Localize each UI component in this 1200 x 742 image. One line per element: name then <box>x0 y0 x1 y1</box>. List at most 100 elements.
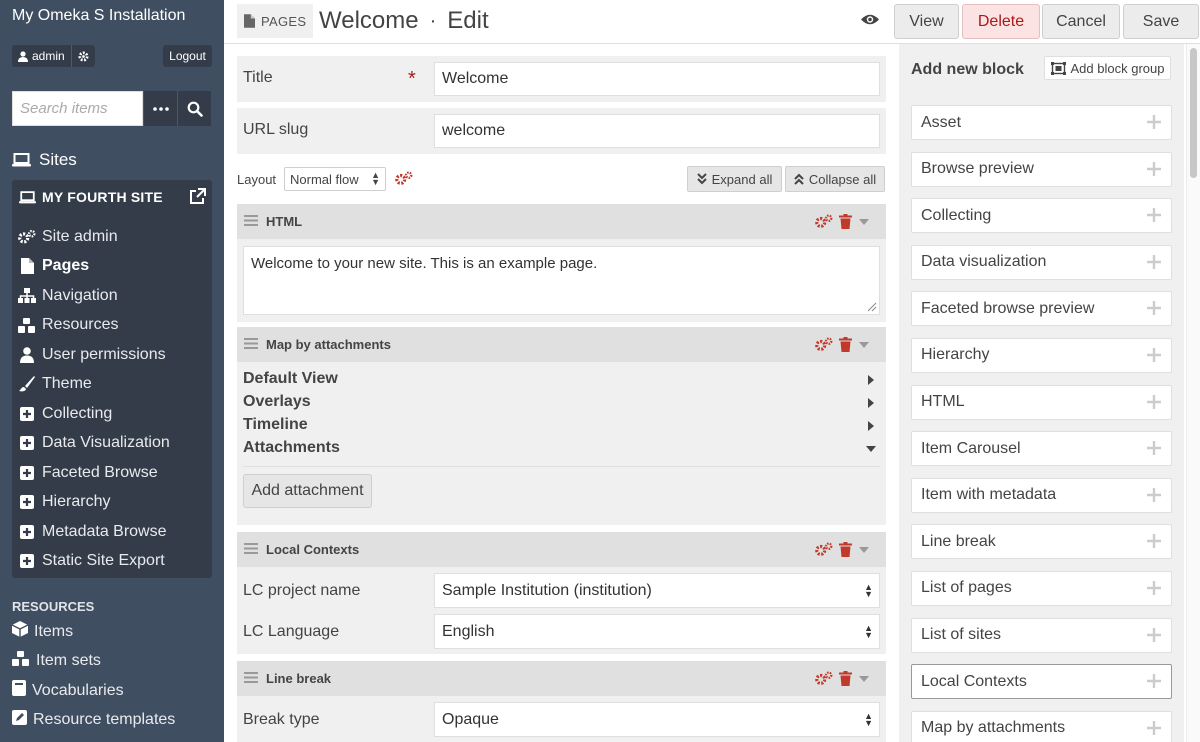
add-attachment-button[interactable]: Add attachment <box>243 474 372 508</box>
advanced-search-button[interactable] <box>143 91 177 126</box>
block-type-collecting[interactable]: Collecting <box>911 198 1172 234</box>
current-site-link[interactable]: MY FOURTH SITE <box>19 189 163 205</box>
site-nav-metadata-browse[interactable]: Metadata Browse <box>18 517 170 547</box>
slug-label: URL slug <box>243 121 309 138</box>
caret-down-icon[interactable] <box>858 218 870 226</box>
site-nav-site-admin[interactable]: Site admin <box>18 222 170 252</box>
block-type-line-break[interactable]: Line break <box>911 524 1172 560</box>
view-button[interactable]: View <box>894 4 959 39</box>
block-header: Local Contexts <box>237 532 886 567</box>
caret-down-icon[interactable] <box>858 546 870 554</box>
block-type-asset[interactable]: Asset <box>911 105 1172 140</box>
site-nav-data-visualization[interactable]: Data Visualization <box>18 429 170 459</box>
block-config-gears-icon[interactable] <box>815 214 833 229</box>
line-break-block: Line break Break type Opaque ▲ ▼ <box>237 661 886 742</box>
current-site-name: MY FOURTH SITE <box>42 189 163 205</box>
block-type-label: List of sites <box>921 626 1002 644</box>
sites-link[interactable]: Sites <box>12 150 77 170</box>
drag-handle-icon[interactable] <box>244 338 258 349</box>
block-config-gears-icon[interactable] <box>815 337 833 352</box>
block-config-gears-icon[interactable] <box>815 671 833 686</box>
external-link-icon[interactable] <box>189 188 206 209</box>
block-title: Map by attachments <box>266 337 391 352</box>
accordion-timeline[interactable]: Timeline <box>243 416 880 439</box>
add-block-group-button[interactable]: Add block group <box>1044 56 1171 80</box>
resize-grip-icon[interactable] <box>867 302 877 312</box>
drag-handle-icon[interactable] <box>244 215 258 226</box>
divider <box>243 466 880 467</box>
site-nav-collecting[interactable]: Collecting <box>18 399 170 429</box>
resources-nav-item-sets[interactable]: Item sets <box>12 647 175 677</box>
site-nav-pages[interactable]: Pages <box>18 252 170 282</box>
plus-icon <box>1147 674 1161 689</box>
block-type-item-carousel[interactable]: Item Carousel <box>911 431 1172 467</box>
search-button[interactable] <box>177 91 211 126</box>
block-type-hierarchy[interactable]: Hierarchy <box>911 337 1172 373</box>
html-content-textarea[interactable]: Welcome to your new site. This is an exa… <box>243 246 880 315</box>
site-nav-static-site-export[interactable]: Static Site Export <box>18 547 170 577</box>
collapse-all-button[interactable]: Collapse all <box>785 166 885 192</box>
block-type-item-with-metadata[interactable]: Item with metadata <box>911 477 1172 513</box>
trash-icon[interactable] <box>839 542 852 557</box>
cancel-button[interactable]: Cancel <box>1042 4 1120 39</box>
resources-nav-vocabularies[interactable]: Vocabularies <box>12 676 175 706</box>
layout-select[interactable]: Normal flow ▲ ▼ <box>284 167 386 191</box>
lc-project-select[interactable]: Sample Institution (institution) ▲ ▼ <box>434 573 880 608</box>
slug-input[interactable] <box>434 114 880 148</box>
search-input[interactable] <box>12 91 143 126</box>
file-icon <box>244 14 255 28</box>
block-type-browse-preview[interactable]: Browse preview <box>911 151 1172 187</box>
expand-all-label: Expand all <box>711 171 773 187</box>
user-name: admin <box>32 49 65 63</box>
layout-config-gears-icon[interactable] <box>395 171 413 190</box>
block-type-data-visualization[interactable]: Data visualization <box>911 244 1172 280</box>
select-arrows-icon: ▲ ▼ <box>864 623 873 640</box>
page-scrollbar[interactable] <box>1186 44 1200 742</box>
block-type-local-contexts[interactable]: Local Contexts <box>911 664 1172 700</box>
resources-nav-label: Vocabularies <box>32 681 124 699</box>
drag-handle-icon[interactable] <box>244 543 258 554</box>
logout-button[interactable]: Logout <box>163 45 212 67</box>
resources-nav-resource-templates[interactable]: Resource templates <box>12 706 175 736</box>
add-block-group-label: Add block group <box>1070 60 1165 76</box>
site-nav-theme[interactable]: Theme <box>18 370 170 400</box>
site-nav-resources[interactable]: Resources <box>18 311 170 341</box>
scrollbar-thumb[interactable] <box>1190 48 1197 178</box>
expand-all-button[interactable]: Expand all <box>687 166 782 192</box>
break-type-select[interactable]: Opaque ▲ ▼ <box>434 702 880 737</box>
site-nav-hierarchy[interactable]: Hierarchy <box>18 488 170 518</box>
accordion-attachments[interactable]: Attachments <box>243 439 880 462</box>
accordion-label: Overlays <box>243 393 311 410</box>
trash-icon[interactable] <box>839 337 852 352</box>
caret-down-icon[interactable] <box>858 341 870 349</box>
trash-icon[interactable] <box>839 671 852 686</box>
resources-nav-items[interactable]: Items <box>11 617 175 647</box>
sites-label: Sites <box>39 150 77 169</box>
block-type-html[interactable]: HTML <box>911 384 1172 420</box>
trash-icon[interactable] <box>839 214 852 229</box>
lc-language-select[interactable]: English ▲ ▼ <box>434 614 880 649</box>
page-header: PAGES Welcome · Edit View Delete Cancel … <box>224 0 1200 44</box>
drag-handle-icon[interactable] <box>244 672 258 683</box>
block-type-faceted-browse-preview[interactable]: Faceted browse preview <box>911 291 1172 327</box>
site-nav-user-permissions[interactable]: User permissions <box>18 340 170 370</box>
block-type-list-of-sites[interactable]: List of sites <box>911 617 1172 653</box>
block-title: Line break <box>266 671 332 686</box>
site-nav-faceted-browse[interactable]: Faceted Browse <box>18 458 170 488</box>
caret-down-icon[interactable] <box>858 675 870 683</box>
delete-button[interactable]: Delete <box>962 4 1040 39</box>
eye-icon[interactable] <box>861 13 879 30</box>
save-button[interactable]: Save <box>1123 4 1199 39</box>
section-breadcrumb[interactable]: PAGES <box>237 4 314 38</box>
user-settings-gear-icon[interactable] <box>72 45 95 67</box>
title-input[interactable] <box>434 62 880 96</box>
user-link[interactable]: admin <box>12 45 72 67</box>
installation-title[interactable]: My Omeka S Installation <box>12 7 185 25</box>
cube-icon <box>11 621 29 642</box>
block-type-map-by-attachments[interactable]: Map by attachments <box>911 710 1172 742</box>
block-type-list-of-pages[interactable]: List of pages <box>911 570 1172 606</box>
site-nav-navigation[interactable]: Navigation <box>18 281 170 311</box>
block-config-gears-icon[interactable] <box>815 542 833 557</box>
accordion-overlays[interactable]: Overlays <box>243 393 880 416</box>
accordion-default-view[interactable]: Default View <box>243 370 880 393</box>
